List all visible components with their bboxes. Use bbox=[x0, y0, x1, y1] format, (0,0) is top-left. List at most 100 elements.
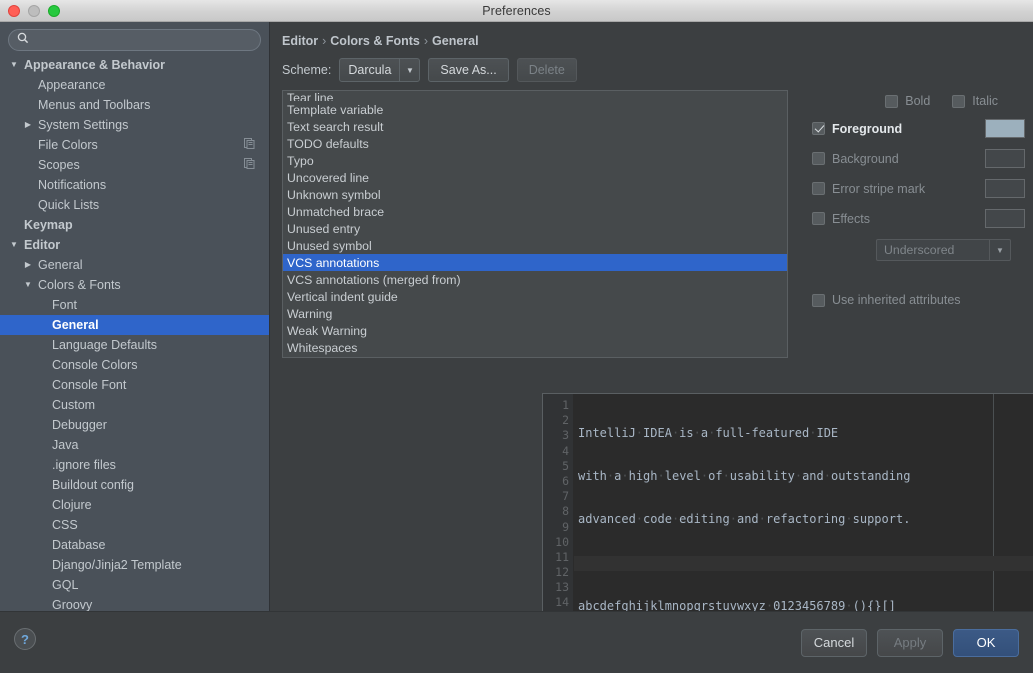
apply-button: Apply bbox=[877, 628, 943, 657]
code-line: advanced·code·editing·and·refactoring·su… bbox=[578, 512, 911, 527]
minimize-window-button[interactable] bbox=[28, 5, 40, 17]
bold-checkbox[interactable]: Bold bbox=[885, 94, 930, 108]
line-number: 8 bbox=[562, 504, 569, 519]
attribute-list-item[interactable]: Text search result bbox=[283, 118, 787, 135]
attribute-list-item[interactable]: Whitespaces bbox=[283, 339, 787, 356]
color-attributes-list[interactable]: Tear line Template variable Text search re… bbox=[282, 90, 788, 358]
error-stripe-checkbox-box bbox=[812, 182, 825, 195]
error-stripe-checkbox[interactable]: Error stripe mark bbox=[812, 182, 985, 196]
sidebar-item-label: Debugger bbox=[52, 418, 107, 432]
attribute-list-item[interactable]: Uncovered line bbox=[283, 169, 787, 186]
background-color-swatch bbox=[985, 149, 1025, 168]
sidebar-item-buildout-config[interactable]: Buildout config bbox=[0, 475, 269, 495]
sidebar-item-console-font[interactable]: Console Font bbox=[0, 375, 269, 395]
sidebar-item-quick-lists[interactable]: Quick Lists bbox=[0, 195, 269, 215]
sidebar-item-css[interactable]: CSS bbox=[0, 515, 269, 535]
chevron-down-icon[interactable]: ▼ bbox=[8, 241, 20, 249]
attribute-list-item[interactable]: Unknown symbol bbox=[283, 186, 787, 203]
sidebar-item-colors-fonts[interactable]: ▼ Colors & Fonts bbox=[0, 275, 269, 295]
sidebar-item-editor[interactable]: ▼ Editor bbox=[0, 235, 269, 255]
attribute-list-item[interactable]: Warning bbox=[283, 305, 787, 322]
sidebar-item-scopes[interactable]: Scopes bbox=[0, 155, 269, 175]
sidebar-item-clojure[interactable]: Clojure bbox=[0, 495, 269, 515]
sidebar-item-label: Language Defaults bbox=[52, 338, 157, 352]
attribute-list-item[interactable]: Unused entry bbox=[283, 220, 787, 237]
italic-checkbox[interactable]: Italic bbox=[952, 94, 998, 108]
attribute-list-item[interactable]: Vertical indent guide bbox=[283, 288, 787, 305]
sidebar-item-label: Appearance & Behavior bbox=[24, 58, 166, 72]
sidebar-item-django-jinja2-template[interactable]: Django/Jinja2 Template bbox=[0, 555, 269, 575]
breadcrumb: Editor › Colors & Fonts › General bbox=[270, 22, 1033, 48]
sidebar-item-console-colors[interactable]: Console Colors bbox=[0, 355, 269, 375]
foreground-checkbox-box bbox=[812, 122, 825, 135]
save-as-button[interactable]: Save As... bbox=[428, 58, 509, 82]
effects-checkbox[interactable]: Effects bbox=[812, 212, 985, 226]
sidebar-item-label: Scopes bbox=[38, 158, 80, 172]
sidebar-item-gql[interactable]: GQL bbox=[0, 575, 269, 595]
search-input[interactable] bbox=[35, 33, 252, 47]
sidebar-item-label: Java bbox=[52, 438, 79, 452]
zoom-window-button[interactable] bbox=[48, 5, 60, 17]
sidebar-item-label: General bbox=[52, 318, 99, 332]
attribute-list-item[interactable]: Typo bbox=[283, 152, 787, 169]
sidebar-item-appearance-behavior[interactable]: ▼ Appearance & Behavior bbox=[0, 55, 269, 75]
search-container bbox=[0, 22, 269, 55]
use-inherited-checkbox[interactable]: Use inherited attributes bbox=[812, 293, 1025, 307]
chevron-right-icon[interactable]: ▶ bbox=[22, 121, 34, 129]
attribute-list-item[interactable]: Weak Warning bbox=[283, 322, 787, 339]
attribute-list-item[interactable]: VCS annotations (merged from) bbox=[283, 271, 787, 288]
italic-label: Italic bbox=[972, 94, 998, 108]
sidebar-item-label: Quick Lists bbox=[38, 198, 100, 212]
attribute-list-item[interactable]: Unmatched brace bbox=[283, 203, 787, 220]
scheme-select[interactable]: Darcula ▼ bbox=[339, 58, 421, 82]
line-number: 10 bbox=[555, 534, 569, 549]
copy-icon[interactable] bbox=[244, 138, 255, 152]
sidebar-item-general[interactable]: General bbox=[0, 315, 269, 335]
cancel-button[interactable]: Cancel bbox=[801, 628, 867, 657]
attribute-list-item[interactable]: Tear line bbox=[283, 91, 787, 101]
sidebar-item-menus-and-toolbars[interactable]: Menus and Toolbars bbox=[0, 95, 269, 115]
attribute-label: Unused symbol bbox=[287, 238, 372, 253]
search-box[interactable] bbox=[8, 29, 261, 51]
breadcrumb-separator: › bbox=[322, 34, 327, 48]
sidebar-item-language-defaults[interactable]: Language Defaults bbox=[0, 335, 269, 355]
line-number: 11 bbox=[555, 549, 569, 564]
code-line: with·a·high·level·of·usability·and·outst… bbox=[578, 469, 911, 484]
attribute-list-item[interactable]: VCS annotations bbox=[283, 254, 787, 271]
sidebar-item-system-settings[interactable]: ▶ System Settings bbox=[0, 115, 269, 135]
foreground-color-swatch[interactable] bbox=[985, 119, 1025, 138]
copy-icon[interactable] bbox=[244, 158, 255, 172]
attribute-list-item[interactable]: Template variable bbox=[283, 101, 787, 118]
attribute-list-item[interactable]: TODO defaults bbox=[283, 135, 787, 152]
background-checkbox[interactable]: Background bbox=[812, 152, 985, 166]
sidebar-item-ignore-files[interactable]: .ignore files bbox=[0, 455, 269, 475]
chevron-down-icon[interactable]: ▼ bbox=[22, 281, 34, 289]
help-button[interactable]: ? bbox=[14, 628, 36, 650]
sidebar-item-file-colors[interactable]: File Colors bbox=[0, 135, 269, 155]
chevron-down-icon: ▼ bbox=[989, 240, 1010, 260]
ok-button[interactable]: OK bbox=[953, 628, 1019, 657]
attribute-label: Warning bbox=[287, 306, 333, 321]
sidebar-item-notifications[interactable]: Notifications bbox=[0, 175, 269, 195]
sidebar-item-general[interactable]: ▶ General bbox=[0, 255, 269, 275]
line-number: 5 bbox=[562, 458, 569, 473]
attribute-list-item[interactable]: Unused symbol bbox=[283, 237, 787, 254]
sidebar-item-debugger[interactable]: Debugger bbox=[0, 415, 269, 435]
close-window-button[interactable] bbox=[8, 5, 20, 17]
attribute-label: Tear line bbox=[287, 91, 334, 101]
attributes-panel: Tear line Template variable Text search re… bbox=[270, 82, 1033, 358]
sidebar-item-custom[interactable]: Custom bbox=[0, 395, 269, 415]
line-number: 4 bbox=[562, 443, 569, 458]
sidebar-item-appearance[interactable]: Appearance bbox=[0, 75, 269, 95]
sidebar-item-keymap[interactable]: Keymap bbox=[0, 215, 269, 235]
settings-tree[interactable]: ▼ Appearance & Behavior Appearance Menus an… bbox=[0, 55, 269, 633]
sidebar-item-label: Appearance bbox=[38, 78, 106, 92]
sidebar-item-font[interactable]: Font bbox=[0, 295, 269, 315]
window-title: Preferences bbox=[482, 3, 551, 18]
sidebar-item-database[interactable]: Database bbox=[0, 535, 269, 555]
foreground-checkbox[interactable]: Foreground bbox=[812, 122, 985, 136]
chevron-down-icon[interactable]: ▼ bbox=[8, 61, 20, 69]
chevron-right-icon[interactable]: ▶ bbox=[22, 261, 34, 269]
breadcrumb-part: Editor bbox=[282, 34, 319, 48]
sidebar-item-java[interactable]: Java bbox=[0, 435, 269, 455]
